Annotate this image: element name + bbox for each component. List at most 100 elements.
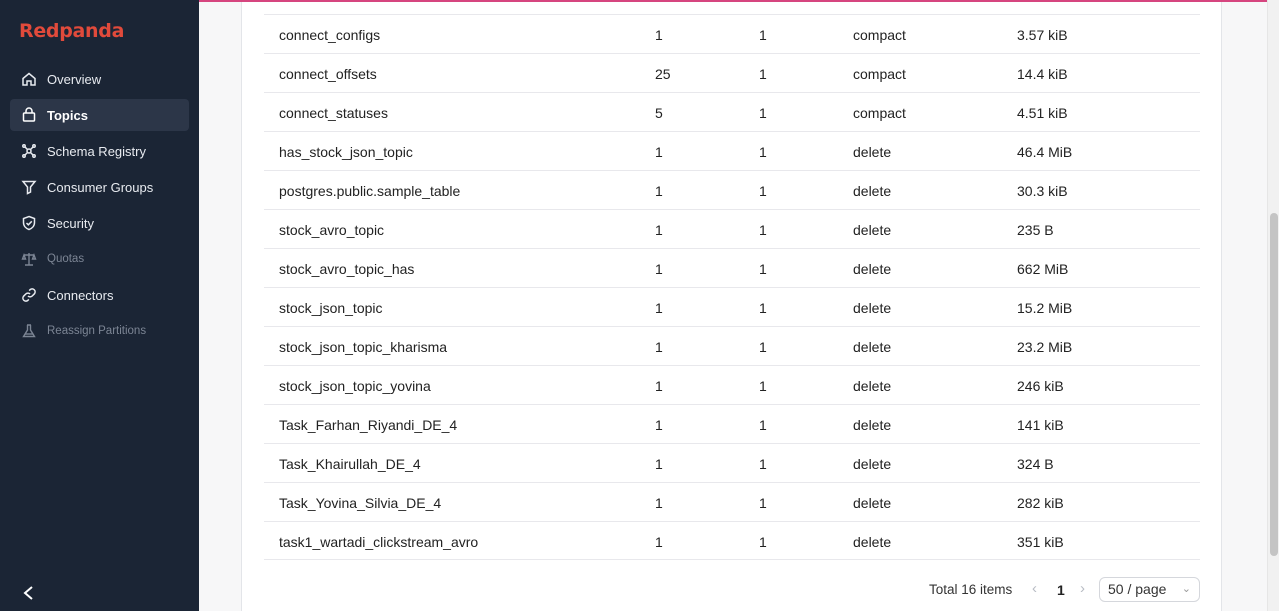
cleanup-policy-cell: delete [853, 261, 892, 277]
sidebar-nav: Overview Topics Schema Registry Consumer… [10, 63, 189, 351]
current-page[interactable]: 1 [1057, 582, 1065, 598]
table-row[interactable]: stock_json_topic 1 1 delete 15.2 MiB [264, 287, 1200, 326]
topic-name-cell[interactable]: postgres.public.sample_table [279, 183, 460, 199]
replicas-cell: 1 [759, 339, 767, 355]
partitions-cell: 1 [655, 261, 663, 277]
replicas-cell: 1 [759, 27, 767, 43]
sidebar-item-topics[interactable]: Topics [10, 99, 189, 131]
topic-name-cell[interactable]: stock_avro_topic [279, 222, 384, 238]
cleanup-policy-cell: delete [853, 183, 892, 199]
size-cell: 235 B [1017, 222, 1054, 238]
table-row[interactable]: connect_configs 1 1 compact 3.57 kiB [264, 14, 1200, 53]
sidebar-item-consumer-groups[interactable]: Consumer Groups [10, 171, 189, 203]
scrollbar-thumb[interactable] [1270, 213, 1278, 556]
cleanup-policy-cell: delete [853, 144, 892, 160]
size-cell: 141 kiB [1017, 417, 1064, 433]
partitions-cell: 1 [655, 534, 663, 550]
cleanup-policy-cell: delete [853, 378, 892, 394]
partitions-cell: 1 [655, 144, 663, 160]
app-logo[interactable]: Redpanda [19, 20, 124, 42]
table-row[interactable]: postgres.public.sample_table 1 1 delete 30.3… [264, 170, 1200, 209]
replicas-cell: 1 [759, 183, 767, 199]
sidebar-item-overview[interactable]: Overview [10, 63, 189, 95]
partitions-cell: 5 [655, 105, 663, 121]
prev-page-button[interactable]: ‹ [1032, 580, 1037, 597]
replicas-cell: 1 [759, 144, 767, 160]
table-row[interactable]: has_stock_json_topic 1 1 delete 46.4 MiB [264, 131, 1200, 170]
cleanup-policy-cell: delete [853, 495, 892, 511]
table-row[interactable]: Task_Yovina_Silvia_DE_4 1 1 delete 282 kiB [264, 482, 1200, 521]
replicas-cell: 1 [759, 66, 767, 82]
sidebar: Redpanda Overview Topics Schema Registry… [0, 0, 199, 611]
size-cell: 282 kiB [1017, 495, 1064, 511]
partitions-cell: 1 [655, 222, 663, 238]
size-cell: 324 B [1017, 456, 1054, 472]
table-row[interactable]: connect_statuses 5 1 compact 4.51 kiB [264, 92, 1200, 131]
replicas-cell: 1 [759, 105, 767, 121]
table-row[interactable]: Task_Khairullah_DE_4 1 1 delete 324 B [264, 443, 1200, 482]
replicas-cell: 1 [759, 261, 767, 277]
partitions-cell: 1 [655, 300, 663, 316]
sidebar-item-security[interactable]: Security [10, 207, 189, 239]
topic-name-cell[interactable]: stock_json_topic_yovina [279, 378, 431, 394]
topics-icon [21, 107, 37, 123]
cleanup-policy-cell: delete [853, 339, 892, 355]
size-cell: 14.4 kiB [1017, 66, 1068, 82]
partitions-cell: 1 [655, 456, 663, 472]
sidebar-item-connectors[interactable]: Connectors [10, 279, 189, 311]
topic-name-cell[interactable]: stock_json_topic_kharisma [279, 339, 447, 355]
topic-name-cell[interactable]: connect_configs [279, 27, 380, 43]
topic-name-cell[interactable]: Task_Farhan_Riyandi_DE_4 [279, 417, 457, 433]
cleanup-policy-cell: compact [853, 105, 906, 121]
scrollbar[interactable] [1267, 0, 1279, 611]
cleanup-policy-cell: delete [853, 222, 892, 238]
topic-name-cell[interactable]: task1_wartadi_clickstream_avro [279, 534, 478, 550]
size-cell: 246 kiB [1017, 378, 1064, 394]
topic-name-cell[interactable]: stock_avro_topic_has [279, 261, 414, 277]
collapse-sidebar-button[interactable] [18, 582, 38, 604]
chevron-left-icon [23, 586, 33, 600]
link-icon [21, 287, 37, 303]
cleanup-policy-cell: delete [853, 534, 892, 550]
topic-name-cell[interactable]: connect_offsets [279, 66, 377, 82]
table-row[interactable]: stock_avro_topic 1 1 delete 235 B [264, 209, 1200, 248]
topic-name-cell[interactable]: Task_Khairullah_DE_4 [279, 456, 421, 472]
replicas-cell: 1 [759, 300, 767, 316]
sidebar-item-label: Security [47, 215, 94, 231]
size-cell: 23.2 MiB [1017, 339, 1073, 355]
cleanup-policy-cell: delete [853, 456, 892, 472]
next-page-button[interactable]: › [1080, 580, 1085, 597]
replicas-cell: 1 [759, 417, 767, 433]
table-row[interactable]: Task_Farhan_Riyandi_DE_4 1 1 delete 141 kiB [264, 404, 1200, 443]
sidebar-item-label: Quotas [47, 253, 85, 265]
sidebar-item-label: Overview [47, 71, 102, 87]
total-items: Total 16 items [929, 582, 1013, 597]
topic-name-cell[interactable]: connect_statuses [279, 105, 388, 121]
page-size-select[interactable]: 50 / page ⌄ [1099, 577, 1200, 602]
size-cell: 662 MiB [1017, 261, 1069, 277]
partitions-cell: 25 [655, 66, 671, 82]
sidebar-item-label: Connectors [47, 287, 114, 303]
partitions-cell: 1 [655, 339, 663, 355]
table-row[interactable]: stock_json_topic_kharisma 1 1 delete 23.2 Mi… [264, 326, 1200, 365]
scale-icon [21, 251, 37, 267]
size-cell: 15.2 MiB [1017, 300, 1073, 316]
topic-name-cell[interactable]: has_stock_json_topic [279, 144, 413, 160]
shield-icon [21, 215, 37, 231]
home-icon [21, 71, 37, 87]
replicas-cell: 1 [759, 534, 767, 550]
main-content: connect_configs 1 1 compact 3.57 kiB connect_… [199, 0, 1279, 611]
size-cell: 351 kiB [1017, 534, 1064, 550]
table-row[interactable]: stock_json_topic_yovina 1 1 delete 246 kiB [264, 365, 1200, 404]
replicas-cell: 1 [759, 456, 767, 472]
topic-name-cell[interactable]: Task_Yovina_Silvia_DE_4 [279, 495, 441, 511]
cleanup-policy-cell: compact [853, 66, 906, 82]
table-row[interactable]: task1_wartadi_clickstream_avro 1 1 delete 35… [264, 521, 1200, 560]
table-row[interactable]: connect_offsets 25 1 compact 14.4 kiB [264, 53, 1200, 92]
sidebar-item-schema-registry[interactable]: Schema Registry [10, 135, 189, 167]
schema-icon [21, 143, 37, 159]
table-row[interactable]: stock_avro_topic_has 1 1 delete 662 MiB [264, 248, 1200, 287]
replicas-cell: 1 [759, 378, 767, 394]
sidebar-item-reassign-partitions: Reassign Partitions [10, 315, 189, 347]
topic-name-cell[interactable]: stock_json_topic [279, 300, 383, 316]
